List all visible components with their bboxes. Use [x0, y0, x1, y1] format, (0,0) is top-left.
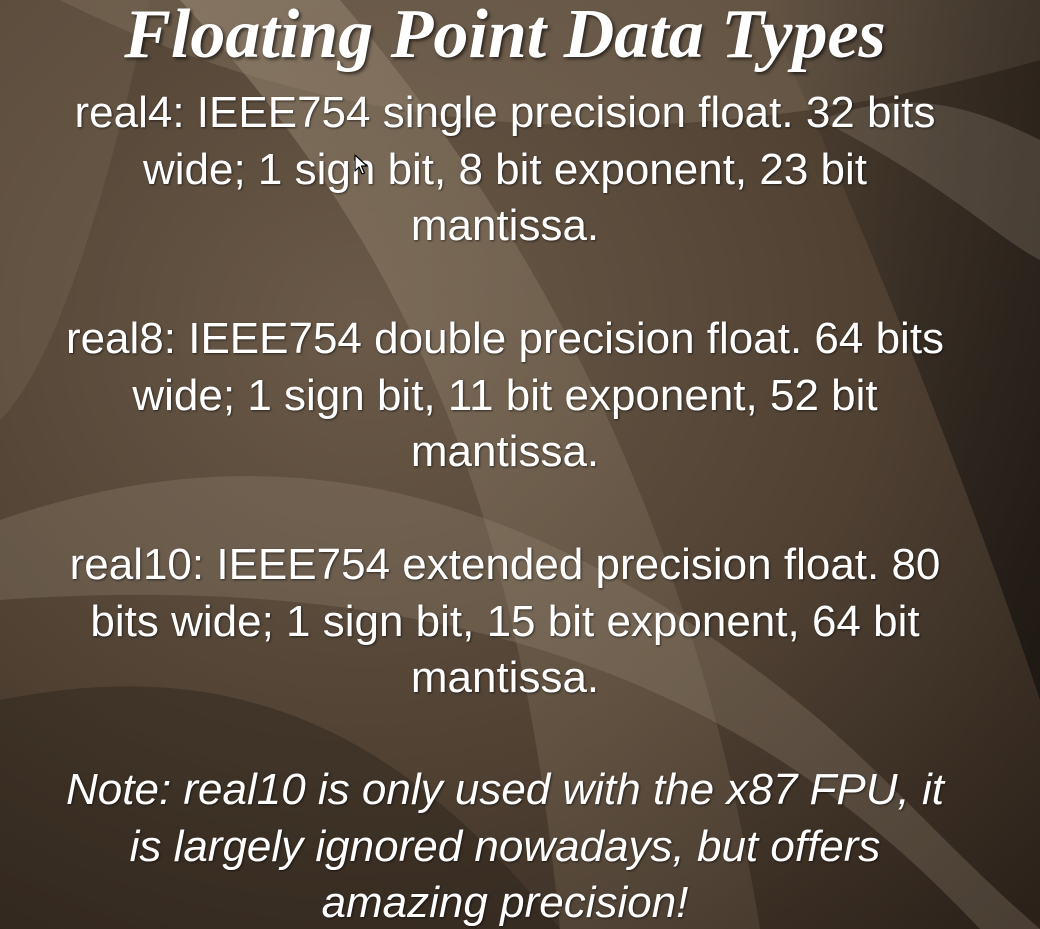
paragraph-line: Note: real10 is only used with the x87 F…	[66, 765, 944, 814]
paragraph-real8: real8: IEEE754 double precision float. 6…	[0, 311, 1010, 481]
paragraph-line: mantissa.	[410, 201, 600, 250]
presentation-slide: Floating Point Data Types real4: IEEE754…	[0, 0, 1040, 929]
paragraph-line: is largely ignored nowadays, but offers	[129, 821, 881, 871]
slide-title: Floating Point Data Types	[124, 0, 886, 73]
paragraph-note: Note: real10 is only used with the x87 F…	[0, 762, 1010, 929]
paragraph-line: mantissa.	[410, 427, 600, 476]
paragraph-line: real10: IEEE754 extended precision float…	[69, 540, 941, 589]
paragraph-line: wide; 1 sign bit, 8 bit exponent, 23 bit	[142, 144, 868, 194]
paragraph-line: amazing precision!	[321, 878, 689, 927]
paragraph-line: real8: IEEE754 double precision float. 6…	[65, 314, 945, 363]
arrow-cursor-icon	[354, 154, 368, 175]
paragraph-real10: real10: IEEE754 extended precision float…	[0, 537, 1010, 707]
paragraph-line: bits wide; 1 sign bit, 15 bit exponent, …	[90, 596, 920, 646]
paragraph-line: mantissa.	[410, 653, 600, 702]
paragraph-real4: real4: IEEE754 single precision float. 3…	[0, 85, 1010, 255]
slide-content: Floating Point Data Types real4: IEEE754…	[0, 0, 1040, 929]
paragraph-line: wide; 1 sign bit, 11 bit exponent, 52 bi…	[132, 370, 878, 420]
paragraph-line: real4: IEEE754 single precision float. 3…	[74, 88, 936, 137]
